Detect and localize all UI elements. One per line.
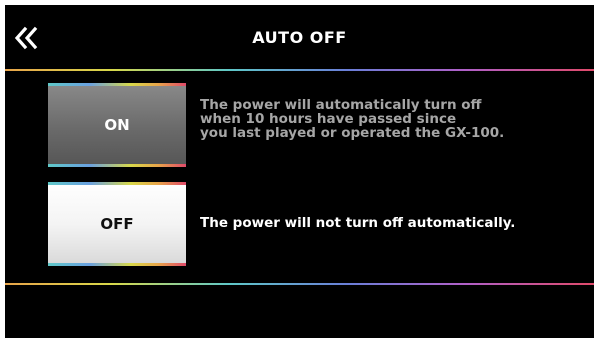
header-bar: AUTO OFF: [5, 5, 594, 69]
button-bottom-edge: [48, 263, 186, 266]
on-description: The power will automatically turn off wh…: [200, 97, 505, 141]
off-button[interactable]: OFF: [48, 182, 186, 266]
button-bottom-edge: [48, 164, 186, 167]
page-title: AUTO OFF: [252, 28, 347, 47]
on-button[interactable]: ON: [48, 83, 186, 167]
on-button-label: ON: [104, 116, 130, 134]
off-button-label: OFF: [100, 215, 134, 233]
off-description: The power will not turn off automaticall…: [200, 215, 516, 231]
auto-off-screen: AUTO OFF ON The power will automatically…: [5, 5, 594, 338]
double-chevron-left-icon: [14, 26, 38, 50]
header-divider: [5, 69, 594, 71]
back-button[interactable]: [11, 23, 41, 53]
footer-divider: [5, 283, 594, 285]
